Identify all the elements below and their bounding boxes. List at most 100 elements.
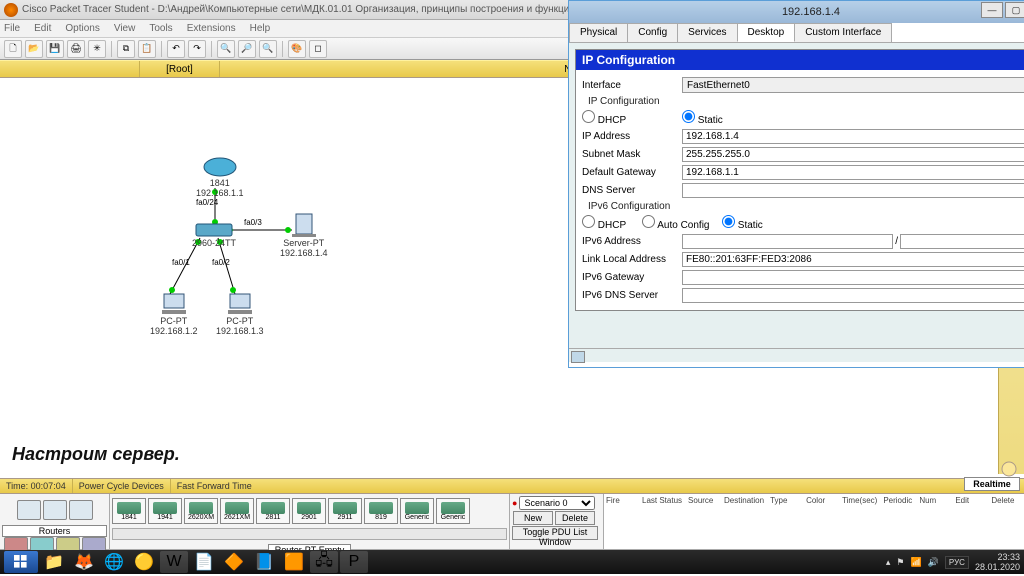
device-model[interactable]: 819 bbox=[364, 498, 398, 524]
tab-services[interactable]: Services bbox=[677, 23, 737, 42]
scenario-new-button[interactable]: New bbox=[513, 511, 553, 525]
undo-icon[interactable]: ↶ bbox=[167, 40, 185, 58]
cfg-min-button[interactable]: — bbox=[981, 2, 1003, 18]
dhcp-radio[interactable] bbox=[582, 110, 595, 123]
device-server[interactable]: Server-PT 192.168.1.4 bbox=[280, 212, 328, 258]
ipv6gw-input[interactable] bbox=[682, 270, 1024, 285]
ipv6dns-input[interactable] bbox=[682, 288, 1024, 303]
menu-help[interactable]: Help bbox=[250, 23, 271, 34]
pt-taskbar-icon[interactable]: 🖧 bbox=[310, 551, 338, 573]
open-icon[interactable]: 📂 bbox=[25, 40, 43, 58]
zoom-in-icon[interactable]: 🔍 bbox=[217, 40, 235, 58]
cat-icon[interactable] bbox=[17, 500, 41, 520]
cat-icon[interactable] bbox=[43, 500, 67, 520]
ppt-icon[interactable]: P bbox=[340, 551, 368, 573]
device-pc0[interactable]: PC-PT 192.168.1.2 bbox=[150, 292, 198, 336]
device-router[interactable]: 1841 192.168.1.1 bbox=[196, 156, 244, 198]
pc0-ip: 192.168.1.2 bbox=[150, 326, 198, 336]
copy-icon[interactable]: ⧉ bbox=[117, 40, 135, 58]
ipv6prefix-input[interactable] bbox=[900, 234, 1024, 249]
dhcp6-radio[interactable] bbox=[582, 215, 595, 228]
tray-up-icon[interactable]: ▴ bbox=[886, 557, 891, 568]
device-model[interactable]: 2620XM bbox=[184, 498, 218, 524]
save-icon[interactable]: 💾 bbox=[46, 40, 64, 58]
fast-forward-button[interactable]: Fast Forward Time bbox=[171, 479, 258, 493]
lla-label: Link Local Address bbox=[582, 254, 682, 265]
device-model[interactable]: 2621XM bbox=[220, 498, 254, 524]
new-icon[interactable]: 🗋 bbox=[4, 40, 22, 58]
realtime-tab[interactable]: Realtime bbox=[964, 477, 1020, 491]
wizard-icon[interactable]: ✳ bbox=[88, 40, 106, 58]
device-switch[interactable]: 2960-24TT bbox=[192, 222, 236, 248]
paste-icon[interactable]: 📋 bbox=[138, 40, 156, 58]
tray-net-icon[interactable]: 📶 bbox=[910, 557, 921, 568]
device-model[interactable]: 1841 bbox=[112, 498, 146, 524]
cat-icon[interactable] bbox=[69, 500, 93, 520]
ipcfg-subheader: IP Configuration bbox=[588, 96, 1024, 107]
menu-file[interactable]: File bbox=[4, 23, 20, 34]
zoom-reset-icon[interactable]: 🔎 bbox=[238, 40, 256, 58]
ip-input[interactable] bbox=[682, 129, 1024, 144]
tab-physical[interactable]: Physical bbox=[569, 23, 628, 42]
tray-vol-icon[interactable]: 🔊 bbox=[928, 557, 939, 568]
device-model[interactable]: Generic bbox=[436, 498, 470, 524]
device-scrollbar[interactable] bbox=[112, 528, 507, 540]
shape-icon[interactable]: ◻ bbox=[309, 40, 327, 58]
dns-input[interactable] bbox=[682, 183, 1024, 198]
device-config-window[interactable]: 192.168.1.4 — ▢ ✕ Physical Config Servic… bbox=[568, 0, 1024, 368]
scenario-delete-button[interactable]: Delete bbox=[555, 511, 595, 525]
redo-icon[interactable]: ↷ bbox=[188, 40, 206, 58]
menu-view[interactable]: View bbox=[114, 23, 136, 34]
power-cycle-button[interactable]: Power Cycle Devices bbox=[73, 479, 171, 493]
config-titlebar[interactable]: 192.168.1.4 — ▢ ✕ bbox=[569, 1, 1024, 23]
zoom-out-icon[interactable]: 🔍 bbox=[259, 40, 277, 58]
menu-options[interactable]: Options bbox=[65, 23, 99, 34]
tray-time: 23:33 bbox=[975, 552, 1020, 562]
device-model[interactable]: 2811 bbox=[256, 498, 290, 524]
static-radio[interactable] bbox=[682, 110, 695, 123]
tray-flag-icon[interactable]: ⚑ bbox=[896, 557, 904, 568]
chrome-icon[interactable]: 🟡 bbox=[130, 551, 158, 573]
device-model-bar: 184119412620XM2621XM281129012911819Gener… bbox=[110, 494, 510, 549]
firefox-icon[interactable]: 🦊 bbox=[70, 551, 98, 573]
ie-icon[interactable]: 🌐 bbox=[100, 551, 128, 573]
realtime-handle-icon[interactable] bbox=[998, 460, 1020, 478]
static6-radio[interactable] bbox=[722, 215, 735, 228]
app-icon[interactable]: 🟧 bbox=[280, 551, 308, 573]
device-model[interactable]: 2901 bbox=[292, 498, 326, 524]
menu-tools[interactable]: Tools bbox=[149, 23, 172, 34]
mask-input[interactable] bbox=[682, 147, 1024, 162]
tab-config[interactable]: Config bbox=[627, 23, 678, 42]
gw-input[interactable] bbox=[682, 165, 1024, 180]
device-category-palette: Routers bbox=[0, 494, 110, 549]
app-icon[interactable]: 📘 bbox=[250, 551, 278, 573]
word-icon[interactable]: W bbox=[160, 551, 188, 573]
tray-lang[interactable]: РУС bbox=[945, 556, 969, 569]
switch-name: 2960-24TT bbox=[192, 238, 236, 248]
scenario-select[interactable]: Scenario 0 bbox=[519, 496, 595, 510]
tab-custom[interactable]: Custom Interface bbox=[794, 23, 892, 42]
libre-icon[interactable]: 📄 bbox=[190, 551, 218, 573]
ipv6addr-input[interactable] bbox=[682, 234, 893, 249]
menu-extensions[interactable]: Extensions bbox=[187, 23, 236, 34]
device-model[interactable]: 1941 bbox=[148, 498, 182, 524]
menu-edit[interactable]: Edit bbox=[34, 23, 51, 34]
cfg-max-button[interactable]: ▢ bbox=[1005, 2, 1024, 18]
interface-select[interactable]: FastEthernet0 bbox=[682, 77, 1024, 93]
app-icon[interactable]: 🔶 bbox=[220, 551, 248, 573]
tab-desktop[interactable]: Desktop bbox=[737, 23, 796, 42]
config-scrollbar[interactable] bbox=[569, 348, 1024, 362]
interface-label: Interface bbox=[582, 80, 682, 91]
device-model[interactable]: Generic bbox=[400, 498, 434, 524]
root-cell[interactable]: [Root] bbox=[140, 61, 220, 77]
lla-input[interactable] bbox=[682, 252, 1024, 267]
palette-icon[interactable]: 🎨 bbox=[288, 40, 306, 58]
device-pc1[interactable]: PC-PT 192.168.1.3 bbox=[216, 292, 264, 336]
explorer-icon[interactable]: 📁 bbox=[40, 551, 68, 573]
start-button[interactable] bbox=[4, 551, 38, 573]
device-model[interactable]: 2911 bbox=[328, 498, 362, 524]
auto6-radio[interactable] bbox=[642, 215, 655, 228]
print-icon[interactable]: 🖨 bbox=[67, 40, 85, 58]
toggle-pdu-button[interactable]: Toggle PDU List Window bbox=[512, 526, 598, 540]
ipv6addr-label: IPv6 Address bbox=[582, 236, 682, 247]
